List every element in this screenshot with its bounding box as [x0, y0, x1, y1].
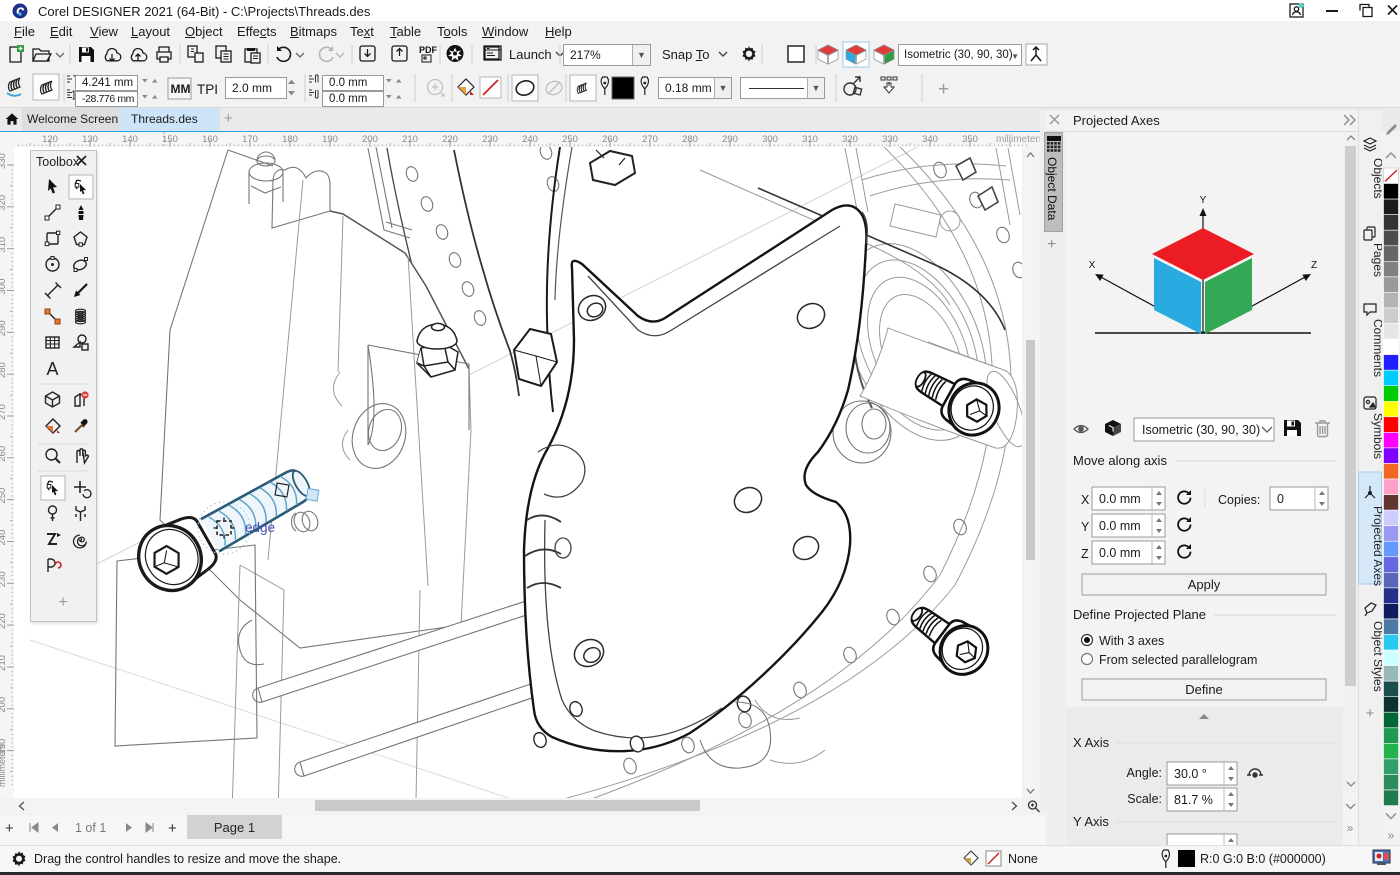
svg-text:320: 320	[842, 134, 858, 145]
svg-text:0.0 mm: 0.0 mm	[1099, 546, 1141, 560]
svg-text:310: 310	[0, 237, 8, 253]
svg-text:With 3 axes: With 3 axes	[1099, 634, 1164, 648]
svg-text:280: 280	[0, 362, 8, 378]
svg-text:160: 160	[202, 134, 218, 145]
svg-text:200: 200	[0, 697, 8, 713]
svg-text:Copies:: Copies:	[1218, 493, 1260, 507]
svg-text:250: 250	[562, 134, 578, 145]
svg-text:PDF: PDF	[419, 45, 438, 55]
svg-text:130: 130	[82, 134, 98, 145]
svg-text:260: 260	[0, 446, 8, 462]
svg-text:140: 140	[122, 134, 138, 145]
svg-text:250: 250	[0, 488, 8, 504]
svg-text:340: 340	[922, 134, 938, 145]
svg-text:millimeters: millimeters	[0, 743, 7, 787]
svg-text:edge: edge	[245, 520, 275, 535]
svg-text:240: 240	[522, 134, 538, 145]
svg-text:260: 260	[602, 134, 618, 145]
svg-text:210: 210	[0, 655, 8, 671]
svg-text:Y Axis: Y Axis	[1073, 814, 1109, 829]
svg-text:A: A	[46, 359, 58, 379]
svg-text:Z: Z	[1081, 547, 1089, 561]
svg-text:190: 190	[322, 134, 338, 145]
svg-text:0.0 mm: 0.0 mm	[1099, 519, 1141, 533]
svg-text:Isometric (30, 90, 30): Isometric (30, 90, 30)	[1142, 423, 1260, 437]
svg-text:+: +	[58, 594, 67, 611]
svg-text:Y: Y	[1081, 520, 1090, 534]
svg-text:Pages: Pages	[1371, 243, 1382, 277]
svg-text:Angle:: Angle:	[1127, 766, 1162, 780]
svg-text:»: »	[1388, 829, 1395, 843]
svg-text:310: 310	[802, 134, 818, 145]
svg-text:290: 290	[722, 134, 738, 145]
svg-text:0.0 mm: 0.0 mm	[1099, 492, 1141, 506]
svg-text:240: 240	[0, 530, 8, 546]
svg-text:330: 330	[0, 153, 8, 169]
svg-text:350: 350	[962, 134, 978, 145]
svg-text:Y: Y	[1200, 195, 1207, 206]
svg-text:Projected Axes: Projected Axes	[1371, 506, 1382, 586]
svg-text:81.7 %: 81.7 %	[1174, 793, 1213, 807]
svg-text:Object Styles: Object Styles	[1371, 621, 1382, 692]
svg-text:Define Projected Plane: Define Projected Plane	[1073, 607, 1206, 622]
svg-text:0: 0	[1277, 492, 1284, 506]
svg-text:TPI: TPI	[197, 82, 218, 97]
svg-text:270: 270	[0, 404, 8, 420]
svg-text:1 of 1: 1 of 1	[75, 821, 106, 835]
svg-text:290: 290	[0, 320, 8, 336]
svg-text:300: 300	[762, 134, 778, 145]
svg-text:170: 170	[242, 134, 258, 145]
svg-text:280: 280	[682, 134, 698, 145]
svg-text:300: 300	[0, 279, 8, 295]
svg-text:MM: MM	[171, 82, 191, 96]
svg-text:Move along axis: Move along axis	[1073, 453, 1167, 468]
svg-text:+: +	[1366, 705, 1375, 722]
svg-text:Scale:: Scale:	[1127, 792, 1162, 806]
svg-text:X: X	[1081, 493, 1090, 507]
svg-text:Apply: Apply	[1188, 577, 1221, 592]
svg-text:150: 150	[162, 134, 178, 145]
svg-text:Define: Define	[1185, 682, 1223, 697]
svg-text:Symbols: Symbols	[1371, 413, 1382, 459]
svg-text:+: +	[938, 79, 949, 100]
svg-text:Z: Z	[1311, 260, 1317, 271]
svg-text:220: 220	[442, 134, 458, 145]
svg-text:320: 320	[0, 195, 8, 211]
svg-text:200: 200	[362, 134, 378, 145]
svg-text:330: 330	[882, 134, 898, 145]
svg-text:From selected parallelogram: From selected parallelogram	[1099, 653, 1257, 667]
svg-text:120: 120	[42, 134, 58, 145]
svg-text:Objects: Objects	[1371, 158, 1382, 199]
svg-text:Object Data: Object Data	[1045, 157, 1059, 221]
svg-text:+: +	[5, 820, 14, 837]
svg-text:220: 220	[0, 613, 8, 629]
svg-text:230: 230	[482, 134, 498, 145]
svg-text:X: X	[1089, 260, 1096, 271]
svg-text:210: 210	[402, 134, 418, 145]
svg-text:230: 230	[0, 571, 8, 587]
svg-text:+: +	[168, 820, 177, 837]
svg-text:30.0 °: 30.0 °	[1174, 767, 1207, 781]
svg-text:Comments: Comments	[1371, 319, 1382, 377]
svg-text:270: 270	[642, 134, 658, 145]
svg-text:»: »	[1347, 821, 1354, 835]
svg-text:180: 180	[282, 134, 298, 145]
svg-text:X Axis: X Axis	[1073, 735, 1110, 750]
